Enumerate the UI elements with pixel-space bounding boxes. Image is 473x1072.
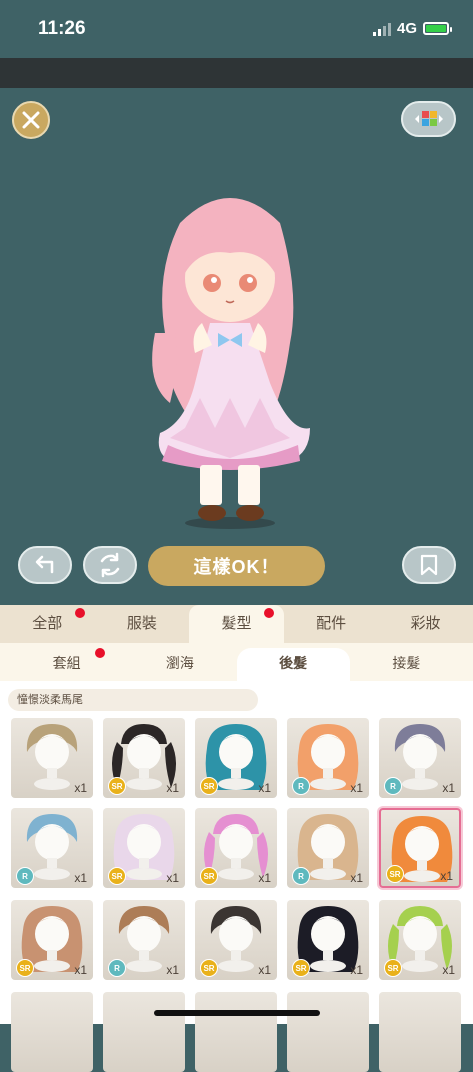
close-button[interactable] <box>12 101 50 139</box>
bookmark-icon <box>420 554 438 576</box>
item-count: x1 <box>258 871 271 885</box>
tab-label: 髮型 <box>221 615 252 632</box>
rarity-badge: SR <box>384 959 402 977</box>
item-count: x1 <box>350 781 363 795</box>
subtab-extensions[interactable]: 接髮 <box>350 648 463 681</box>
item-count: x1 <box>74 781 87 795</box>
home-indicator <box>154 1010 320 1016</box>
subtab-label: 瀏海 <box>165 655 194 671</box>
subtab-set[interactable]: 套組 <box>10 648 123 681</box>
avatar-figure <box>152 198 310 529</box>
rarity-badge: SR <box>200 867 218 885</box>
rarity-badge: SR <box>16 959 34 977</box>
hair-item-card[interactable]: Rx1 <box>103 900 185 980</box>
hair-item-card[interactable]: SR x1 <box>195 808 277 888</box>
hair-item-card[interactable]: SR x1 <box>287 900 369 980</box>
item-count: x1 <box>74 871 87 885</box>
hair-item-card[interactable]: SR x1 <box>11 900 93 980</box>
undo-button[interactable] <box>18 546 72 584</box>
tab-hairstyle[interactable]: 髮型 <box>189 605 284 643</box>
hair-item-card[interactable] <box>11 992 93 1072</box>
hair-item-card[interactable]: SR x1 <box>103 718 185 798</box>
item-count: x1 <box>442 963 455 977</box>
item-count: x1 <box>442 781 455 795</box>
palette-button[interactable] <box>401 101 456 137</box>
tab-label: 配件 <box>316 615 347 632</box>
item-count: x1 <box>166 871 179 885</box>
hair-item-card[interactable] <box>103 992 185 1072</box>
item-count: x1 <box>166 963 179 977</box>
close-icon <box>22 111 40 129</box>
rarity-badge: SR <box>108 777 126 795</box>
palette-icon <box>414 111 443 126</box>
rarity-badge: R <box>384 777 402 795</box>
hair-item-card[interactable]: SR x1 <box>379 808 461 888</box>
rarity-badge: R <box>16 867 34 885</box>
bookmark-button[interactable] <box>402 546 456 584</box>
status-right: 4G <box>372 20 452 37</box>
tab-label: 服裝 <box>126 615 157 632</box>
item-count: x1 <box>74 963 87 977</box>
subtab-back-hair[interactable]: 後髮 <box>236 648 350 681</box>
hair-item-card[interactable] <box>195 992 277 1072</box>
rarity-badge: SR <box>292 959 310 977</box>
tab-label: 彩妝 <box>410 615 441 632</box>
hair-item-card[interactable] <box>379 992 461 1072</box>
hair-item-card[interactable]: Rx1 <box>287 718 369 798</box>
tab-all[interactable]: 全部 <box>0 605 95 643</box>
confirm-outfit-button[interactable]: 這樣OK！ <box>148 546 325 586</box>
rotate-button[interactable] <box>83 546 137 584</box>
hair-item-card[interactable]: x1 <box>11 718 93 798</box>
network-label: 4G <box>396 20 417 37</box>
item-panel: 憧憬淡柔馬尾 x1 SR x1 SR x1 Rx1 Rx1 Rx1 SR x1 SR x1 Rx1 SR x… <box>0 681 473 1072</box>
avatar-stage: 這樣OK！ <box>0 88 473 605</box>
undo-icon <box>35 555 54 574</box>
hair-item-card[interactable]: SR x1 <box>195 718 277 798</box>
item-count: x1 <box>350 963 363 977</box>
hair-item-card[interactable]: Rx1 <box>287 808 369 888</box>
set-name-label: 憧憬淡柔馬尾 <box>8 689 258 711</box>
item-count: x1 <box>166 781 179 795</box>
hair-item-card[interactable]: SR x1 <box>195 900 277 980</box>
status-time: 11:26 <box>38 18 86 39</box>
notification-dot <box>263 608 274 618</box>
tab-label: 全部 <box>32 615 63 632</box>
hair-item-card[interactable]: SR x1 <box>379 900 461 980</box>
item-count: x1 <box>258 963 271 977</box>
subtab-bangs[interactable]: 瀏海 <box>123 648 236 681</box>
subtab-label: 後髮 <box>279 655 308 671</box>
subtab-label: 套組 <box>52 655 81 671</box>
rarity-badge: R <box>108 959 126 977</box>
rarity-badge: SR <box>200 777 218 795</box>
top-banner <box>0 58 473 88</box>
tab-clothing[interactable]: 服裝 <box>95 605 190 643</box>
rarity-badge: SR <box>200 959 218 977</box>
signal-icon <box>372 22 391 36</box>
rarity-badge: SR <box>386 865 404 883</box>
hair-item-card[interactable]: SR x1 <box>103 808 185 888</box>
hair-item-card[interactable]: Rx1 <box>11 808 93 888</box>
battery-icon <box>423 22 452 35</box>
hair-subcategory-tabs: 套組 瀏海 後髮 接髮 <box>0 643 473 681</box>
rarity-badge: SR <box>108 867 126 885</box>
main-category-tabs: 全部 服裝 髮型 配件 彩妝 <box>0 605 473 643</box>
notification-dot <box>95 648 106 658</box>
item-count: x1 <box>350 871 363 885</box>
subtab-label: 接髮 <box>392 655 421 671</box>
hair-item-card[interactable] <box>287 992 369 1072</box>
notification-dot <box>74 608 85 618</box>
item-count: x1 <box>440 869 453 883</box>
item-count: x1 <box>258 781 271 795</box>
rarity-badge: R <box>292 867 310 885</box>
status-bar: 11:26 4G <box>0 0 473 58</box>
rarity-badge: R <box>292 777 310 795</box>
hair-item-card[interactable]: Rx1 <box>379 718 461 798</box>
rotate-icon <box>100 552 120 578</box>
tab-accessories[interactable]: 配件 <box>284 605 379 643</box>
tab-makeup[interactable]: 彩妝 <box>378 605 473 643</box>
